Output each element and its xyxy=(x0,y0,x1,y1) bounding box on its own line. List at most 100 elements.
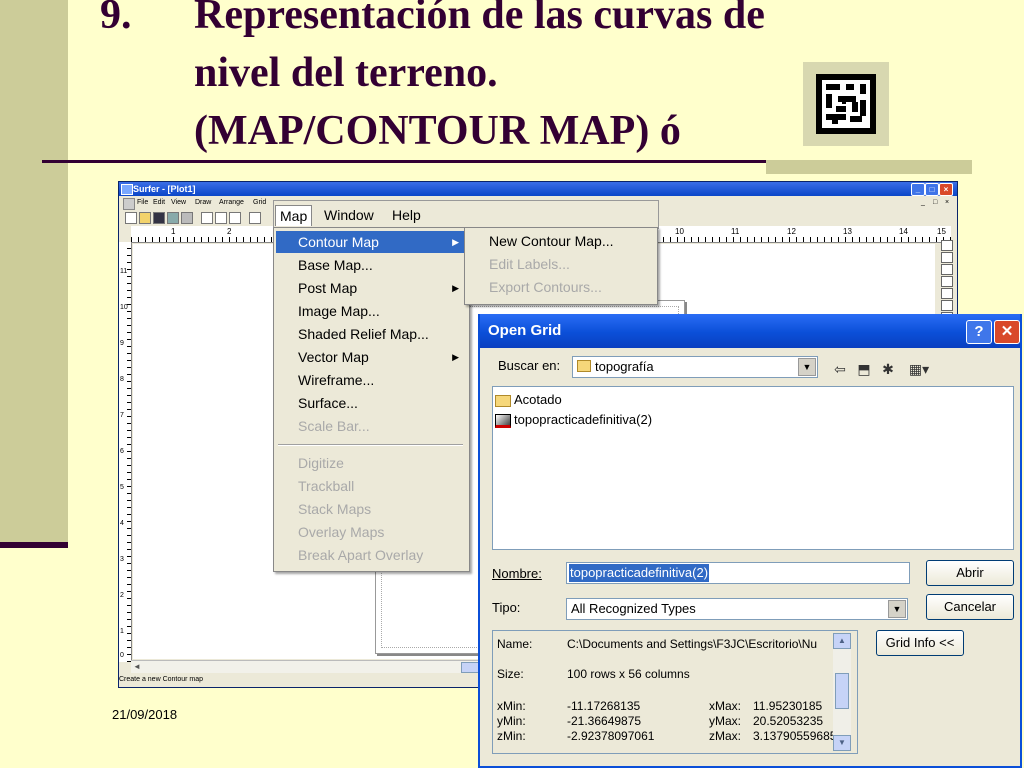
ruler-label: 4 xyxy=(120,520,124,527)
close-icon[interactable]: ✕ xyxy=(994,320,1020,344)
submenu-item-export-contours[interactable]: Export Contours... xyxy=(467,276,653,298)
open-icon[interactable] xyxy=(139,212,151,224)
scrollbar-thumb[interactable] xyxy=(835,673,849,709)
menu-file[interactable]: File xyxy=(137,197,148,209)
info-zmin-label: zMin: xyxy=(497,729,526,743)
menu-item-scale-bar[interactable]: Scale Bar... xyxy=(276,415,465,437)
info-xmax-label: xMax: xyxy=(709,699,742,713)
menu-item-base-map[interactable]: Base Map... xyxy=(276,254,465,276)
submenu-arrow-icon: ▶ xyxy=(452,283,459,293)
menu-item-digitize[interactable]: Digitize xyxy=(276,452,465,474)
menu-item-contour-map[interactable]: Contour Map ▶ xyxy=(276,231,465,253)
menu-view[interactable]: View xyxy=(171,197,186,209)
grid-info-button[interactable]: Grid Info << xyxy=(876,630,964,656)
help-icon[interactable]: ? xyxy=(966,320,992,344)
submenu-arrow-icon: ▶ xyxy=(452,352,459,362)
tool-icon[interactable] xyxy=(941,300,953,311)
chevron-down-icon[interactable]: ▼ xyxy=(798,358,816,376)
cancel-button[interactable]: Cancelar xyxy=(926,594,1014,620)
menu-item-vector-map[interactable]: Vector Map ▶ xyxy=(276,346,465,368)
submenu-arrow-icon: ▶ xyxy=(452,237,459,247)
tool-icon[interactable] xyxy=(941,252,953,263)
doc-minimize-icon[interactable]: _ xyxy=(921,197,925,209)
tool-icon[interactable] xyxy=(941,276,953,287)
surfer-window-title: Surfer - [Plot1] xyxy=(133,184,196,194)
submenu-item-new-contour-map[interactable]: New Contour Map... xyxy=(467,230,653,252)
menu-separator xyxy=(278,444,463,446)
ruler-label: 2 xyxy=(227,227,232,236)
file-list[interactable]: Acotado topopracticadefinitiva(2) xyxy=(492,386,1014,550)
surfer-titlebar[interactable]: Surfer - [Plot1] _ □ × xyxy=(119,182,957,196)
copy-icon[interactable] xyxy=(215,212,227,224)
doc-restore-icon[interactable]: □ xyxy=(933,197,937,209)
scroll-up-icon[interactable]: ▲ xyxy=(833,633,851,649)
info-zmax-value: 3.13790559685 xyxy=(753,729,837,743)
tool-icon[interactable] xyxy=(941,240,953,251)
filename-input[interactable]: topopracticadefinitiva(2) xyxy=(566,562,910,584)
open-button[interactable]: Abrir xyxy=(926,560,1014,586)
new-icon[interactable] xyxy=(125,212,137,224)
info-ymin-label: yMin: xyxy=(497,714,526,728)
menu-item-post-map[interactable]: Post Map ▶ xyxy=(276,277,465,299)
vertical-ruler: 11 10 9 8 7 6 5 4 3 2 1 0 xyxy=(119,242,132,662)
ruler-label: 2 xyxy=(120,592,124,599)
ruler-label: 11 xyxy=(120,268,128,275)
maximize-icon[interactable]: □ xyxy=(925,183,939,196)
scroll-left-icon[interactable]: ◄ xyxy=(133,662,141,671)
slide-left-band xyxy=(0,0,68,548)
doc-close-icon[interactable]: × xyxy=(945,197,949,209)
ruler-label: 0 xyxy=(120,652,124,659)
save-icon[interactable] xyxy=(153,212,165,224)
tool-icon[interactable] xyxy=(941,288,953,299)
menu-item-break-apart-overlay[interactable]: Break Apart Overlay xyxy=(276,544,465,566)
print-icon[interactable] xyxy=(181,212,193,224)
menu-arrange[interactable]: Arrange xyxy=(219,197,244,209)
info-vertical-scrollbar[interactable]: ▲ ▼ xyxy=(833,633,851,751)
chevron-down-icon[interactable]: ▼ xyxy=(888,600,906,618)
menu-item-trackball[interactable]: Trackball xyxy=(276,475,465,497)
ruler-label: 1 xyxy=(171,227,176,236)
ruler-label: 13 xyxy=(843,227,852,236)
undo-icon[interactable] xyxy=(249,212,261,224)
menu-item-stack-maps[interactable]: Stack Maps xyxy=(276,498,465,520)
menu-item-surface[interactable]: Surface... xyxy=(276,392,465,414)
ruler-label: 7 xyxy=(120,412,124,419)
up-folder-icon[interactable]: ⬒ xyxy=(854,360,874,378)
file-item-topopracticadefinitiva[interactable]: topopracticadefinitiva(2) xyxy=(495,411,652,429)
menu-item-overlay-maps[interactable]: Overlay Maps xyxy=(276,521,465,543)
file-item-acotado[interactable]: Acotado xyxy=(495,391,562,409)
close-icon[interactable]: × xyxy=(939,183,953,196)
look-in-select[interactable]: topografía ▼ xyxy=(572,356,818,378)
menu-item-label: Break Apart Overlay xyxy=(298,547,424,563)
info-name-value: C:\Documents and Settings\F3JC\Escritori… xyxy=(567,637,818,651)
menu-grid[interactable]: Grid xyxy=(253,197,266,209)
minimize-icon[interactable]: _ xyxy=(911,183,925,196)
back-icon[interactable]: ⇦ xyxy=(830,360,850,378)
menu-item-shaded-relief-map[interactable]: Shaded Relief Map... xyxy=(276,323,465,345)
title-line-2: nivel del terreno. xyxy=(194,50,498,96)
menu-item-image-map[interactable]: Image Map... xyxy=(276,300,465,322)
file-name: Acotado xyxy=(514,392,562,407)
info-size-label: Size: xyxy=(497,667,524,681)
menu-edit[interactable]: Edit xyxy=(153,197,165,209)
menu-window[interactable]: Window xyxy=(324,205,374,225)
menu-draw[interactable]: Draw xyxy=(195,197,211,209)
cut-icon[interactable] xyxy=(201,212,213,224)
menu-item-wireframe[interactable]: Wireframe... xyxy=(276,369,465,391)
grid-icon[interactable] xyxy=(167,212,179,224)
scroll-down-icon[interactable]: ▼ xyxy=(833,735,851,751)
title-number: 9. xyxy=(100,0,132,38)
folder-icon xyxy=(577,360,591,372)
tool-icon[interactable] xyxy=(941,264,953,275)
filetype-select[interactable]: All Recognized Types ▼ xyxy=(566,598,908,620)
view-menu-icon[interactable]: ▦▾ xyxy=(904,360,934,378)
new-folder-icon[interactable]: ✱ xyxy=(878,360,898,378)
menu-item-label: Trackball xyxy=(298,478,355,494)
menu-help[interactable]: Help xyxy=(392,205,421,225)
menu-map[interactable]: Map xyxy=(275,205,313,226)
menu-item-label: Vector Map xyxy=(298,349,369,365)
dialog-titlebar[interactable]: Open Grid ? ✕ xyxy=(480,314,1020,348)
slide-date: 21/09/2018 xyxy=(112,707,178,722)
paste-icon[interactable] xyxy=(229,212,241,224)
submenu-item-edit-labels[interactable]: Edit Labels... xyxy=(467,253,653,275)
